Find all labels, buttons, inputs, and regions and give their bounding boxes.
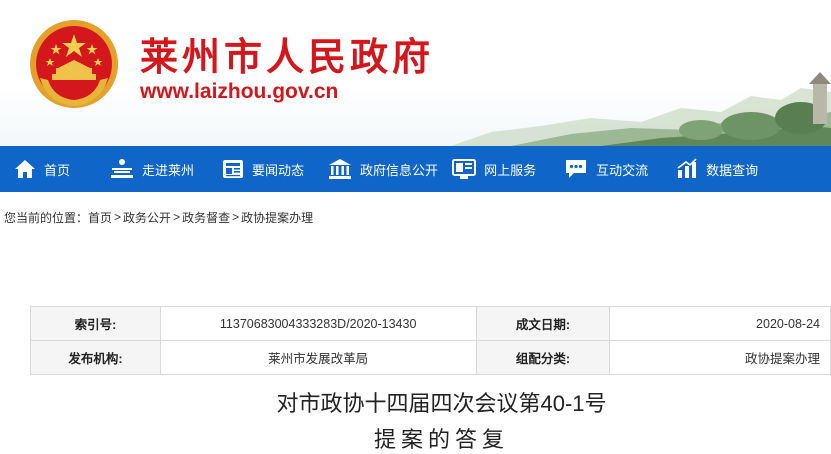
landmark-icon: [111, 159, 134, 178]
table-row: 索引号: 11370683004333283D/2020-13430 成文日期:…: [30, 306, 831, 341]
nav-item-gov-info[interactable]: 政府信息公开: [328, 146, 438, 192]
publisher-value: 莱州市发展改革局: [159, 340, 477, 375]
nav-label: 首页: [44, 162, 71, 178]
table-row: 发布机构: 莱州市发展改革局 组配分类: 政协提案办理: [30, 340, 831, 375]
category-value: 政协提案办理: [609, 340, 831, 375]
article-title-line-1: 对市政协十四届四次会议第40-1号: [276, 391, 607, 416]
nav-item-home[interactable]: 首页: [14, 146, 70, 192]
document-info-table: 索引号: 11370683004333283D/2020-13430 成文日期:…: [30, 306, 831, 375]
online-service-icon: [452, 159, 477, 179]
nav-label: 互动交流: [596, 162, 649, 178]
breadcrumb-separator: >: [173, 210, 181, 224]
nav-label: 走进莱州: [142, 162, 195, 178]
breadcrumb-separator: >: [114, 210, 122, 224]
breadcrumb-prefix: 您当前的位置：: [4, 210, 89, 225]
nav-item-online-service[interactable]: 网上服务: [452, 146, 536, 192]
breadcrumb-link-gov-affairs[interactable]: 政务公开: [123, 209, 171, 226]
issue-date-value: 2020-08-24: [609, 306, 831, 341]
breadcrumb: 您当前的位置： 首页 > 政务公开 > 政务督查 > 政协提案办理: [0, 208, 313, 226]
news-icon: [223, 160, 244, 178]
chat-icon: [566, 160, 587, 178]
breadcrumb-link-supervision[interactable]: 政务督查: [182, 209, 230, 226]
index-number-value: 11370683004333283D/2020-13430: [159, 306, 477, 341]
breadcrumb-link-proposals[interactable]: 政协提案办理: [241, 209, 313, 226]
category-label: 组配分类:: [475, 340, 611, 375]
nav-item-interaction[interactable]: 互动交流: [564, 146, 648, 192]
site-title: 莱州市人民政府: [140, 34, 435, 79]
publisher-label: 发布机构:: [30, 340, 161, 375]
national-emblem-icon: [30, 20, 118, 108]
header-banner: 莱州市人民政府 www.laizhou.gov.cn: [0, 0, 831, 146]
landscape-scenery: [451, 72, 831, 146]
nav-item-news[interactable]: 要闻动态: [222, 146, 304, 192]
nav-label: 要闻动态: [252, 162, 305, 178]
bar-chart-icon: [677, 158, 697, 178]
government-building-icon: [329, 159, 352, 179]
site-url: www.laizhou.gov.cn: [140, 80, 339, 103]
nav-item-data-query[interactable]: 数据查询: [676, 146, 758, 192]
nav-label: 数据查询: [706, 162, 759, 178]
nav-item-about-laizhou[interactable]: 走进莱州: [110, 146, 194, 192]
breadcrumb-separator: >: [232, 210, 240, 224]
nav-label: 政府信息公开: [360, 162, 439, 178]
main-navigation: 首页 走进莱州 要闻动态 政府信息公开 网上服务 互动交流 数据查询: [0, 146, 831, 192]
index-number-label: 索引号:: [30, 306, 161, 341]
article-title-line-2: 提案的答复: [373, 427, 509, 452]
issue-date-label: 成文日期:: [475, 306, 611, 341]
breadcrumb-link-home[interactable]: 首页: [88, 209, 112, 226]
nav-label: 网上服务: [484, 162, 537, 178]
home-icon: [15, 160, 35, 178]
